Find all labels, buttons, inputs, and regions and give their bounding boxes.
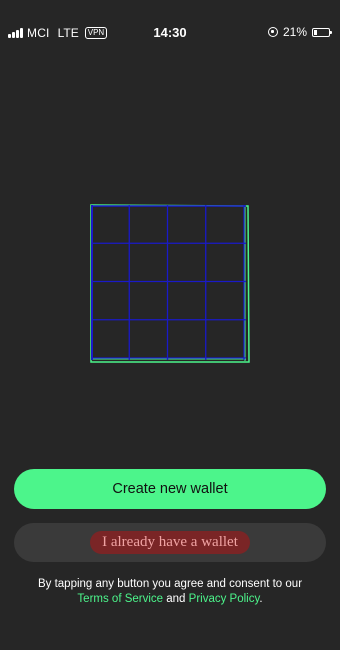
consent-and: and <box>166 593 186 605</box>
status-right: 21% <box>267 25 332 39</box>
existing-wallet-button[interactable]: I already have a wallet <box>14 523 326 562</box>
wallet-grid-icon <box>90 204 250 363</box>
terms-of-service-link[interactable]: Terms of Service <box>77 593 163 605</box>
battery-fill <box>314 29 317 35</box>
existing-wallet-label: I already have a wallet <box>90 531 250 554</box>
consent-links-line: Terms of Service and Privacy Policy. <box>0 592 340 607</box>
grid-outline <box>90 204 250 363</box>
rotation-lock-icon <box>267 27 278 37</box>
consent-suffix: . <box>259 593 263 605</box>
battery-icon <box>312 27 332 37</box>
consent-text: By tapping any button you agree and cons… <box>0 577 340 607</box>
create-new-wallet-button[interactable]: Create new wallet <box>14 469 326 509</box>
consent-prefix: By tapping any button you agree and cons… <box>37 578 303 590</box>
privacy-policy-link[interactable]: Privacy Policy <box>189 593 260 605</box>
status-bar: MCI LTE VPN 14:30 21% <box>0 0 340 62</box>
create-new-wallet-label: Create new wallet <box>112 481 228 497</box>
welcome-screen: MCI LTE VPN 14:30 21% Create new wallet … <box>0 0 340 650</box>
battery-percent: 21% <box>282 25 307 39</box>
